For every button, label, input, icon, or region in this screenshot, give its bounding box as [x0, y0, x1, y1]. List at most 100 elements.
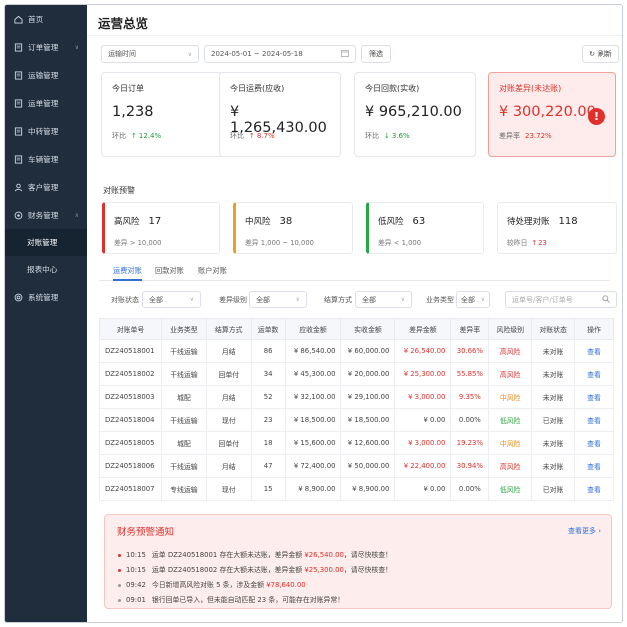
biz-filter-select[interactable]: 全部 ∨: [456, 291, 490, 308]
finance-notice-panel: 财务预警通知 查看更多 › 10:15 运单 DZ240518001 存在大额未达…: [104, 514, 612, 609]
range-type-select[interactable]: 运输时间 ∨: [101, 45, 199, 63]
view-button[interactable]: 查看: [574, 477, 614, 501]
table-cell: 中风险: [488, 431, 533, 455]
stat-card: 今日回款(实收) ¥ 965,210.00 环比 ↓ 3.6%: [354, 72, 476, 157]
table-cell: 干线运输: [160, 408, 207, 432]
sidebar-item[interactable]: 车辆管理: [5, 145, 87, 173]
table-cell: DZ240518001: [99, 339, 162, 363]
sidebar-item[interactable]: 客户管理: [5, 173, 87, 201]
gear-icon: [13, 210, 23, 220]
warning-title: 对账预警: [103, 186, 135, 195]
table-cell: ¥ 20,000.00: [340, 362, 396, 386]
table-cell: 低风险: [488, 408, 533, 432]
sidebar-item[interactable]: 中转管理: [5, 117, 87, 145]
view-button[interactable]: 查看: [574, 339, 614, 363]
table-cell: ¥ 0.00: [394, 477, 452, 501]
risk-label: 高风险 17: [114, 215, 161, 227]
status-filter-select[interactable]: 全部 ∨: [142, 291, 201, 308]
table-cell: 55.85%: [450, 362, 490, 386]
notice-amount: ¥78,640.00: [266, 581, 306, 589]
table-row: DZ240518002 干线运输 回单付 34 ¥ 45,300.00 ¥ 20,000.…: [99, 362, 614, 386]
sidebar-item[interactable]: 运输管理: [5, 61, 87, 89]
filter-button[interactable]: 筛选: [361, 45, 391, 63]
risk-card-hi[interactable]: 高风险 17 差异 > 10,000: [102, 202, 220, 254]
table-cell: 未对账: [531, 431, 576, 455]
chevron-down-icon: ∨: [295, 296, 300, 303]
notice-time: 10:15: [126, 566, 146, 574]
stat-trend: 环比 ↑ 12.4%: [112, 131, 161, 141]
table-cell: ¥ 25,300.00: [394, 362, 452, 386]
column-header: 实收金额: [340, 318, 396, 340]
tab-0[interactable]: 运费对账: [113, 266, 142, 281]
settle-filter-select[interactable]: 全部 ∨: [355, 291, 412, 308]
stat-trend: 环比 ↑ 8.7%: [230, 131, 275, 141]
risk-desc: 差异 1,000 ~ 10,000: [245, 237, 314, 247]
view-more-link[interactable]: 查看更多 ›: [568, 526, 601, 536]
risk-label: 待处理对账 118: [507, 215, 578, 227]
risk-desc: 差异 < 1,000: [378, 237, 421, 247]
user-icon: [13, 182, 23, 192]
sidebar-item[interactable]: 报表中心: [5, 256, 87, 283]
tab-1[interactable]: 回款对账: [155, 266, 184, 276]
home-icon: [13, 14, 23, 24]
table-row: DZ240518005 城配 回单付 18 ¥ 15,600.00 ¥ 12,600.00…: [99, 431, 614, 455]
stat-label: 今日回款(实收): [365, 84, 420, 93]
view-button[interactable]: 查看: [574, 385, 614, 409]
risk-count: 38: [279, 216, 293, 227]
view-button[interactable]: 查看: [574, 408, 614, 432]
table-cell: 52: [250, 385, 286, 409]
table-cell: 城配: [160, 431, 207, 455]
table-cell: 月结: [205, 454, 252, 478]
sidebar-item-label: 中转管理: [28, 126, 59, 136]
risk-card-none[interactable]: 待处理对账 118 较昨日 ↑23: [497, 202, 617, 254]
view-button[interactable]: 查看: [574, 362, 614, 386]
page-title: 运营总览: [98, 16, 149, 31]
refresh-button[interactable]: ↻ 刷新: [582, 45, 619, 63]
risk-card-lo[interactable]: 低风险 63 差异 < 1,000: [366, 202, 484, 254]
sidebar-item[interactable]: 系统管理: [5, 283, 87, 311]
risk-delta: 23: [538, 239, 547, 247]
table-cell: ¥ 86,540.00: [284, 339, 342, 363]
table-row: DZ240518001 干线运输 月结 86 ¥ 86,540.00 ¥ 60,000.0…: [99, 339, 614, 363]
table-cell: 高风险: [488, 362, 533, 386]
table-cell: DZ240518003: [99, 385, 162, 409]
tab-2[interactable]: 账户对账: [198, 266, 227, 276]
risk-count: 17: [148, 216, 162, 227]
table-cell: ¥ 18,500.00: [340, 408, 396, 432]
stat-trend: 环比 ↓ 3.6%: [365, 131, 410, 141]
sidebar-item[interactable]: 首页: [5, 5, 87, 33]
sidebar-item[interactable]: 订单管理 ∨: [5, 33, 87, 61]
sidebar-item[interactable]: 对账管理: [5, 229, 87, 256]
sidebar-item-label: 对账管理: [27, 238, 58, 247]
stat-trend-label: 环比: [112, 132, 126, 140]
stat-label: 对账差异(未达账): [499, 84, 562, 93]
stat-value: ¥ 965,210.00: [365, 104, 462, 120]
risk-card-mid[interactable]: 中风险 38 差异 1,000 ~ 10,000: [233, 202, 353, 254]
document-icon: [13, 42, 23, 52]
stat-card: 今日运费(应收) ¥ 1,265,430.00 环比 ↑ 8.7%: [219, 72, 341, 157]
table-cell: 47: [250, 454, 286, 478]
stat-value: ¥ 300,220.00: [499, 104, 596, 120]
table-cell: 高风险: [488, 454, 533, 478]
reconciliation-table: 对账单号 业务类型 结算方式 运单数 应收金额 实收金额 差异金额 差异率 风险级别 对账状态 操作…: [99, 318, 614, 501]
search-input[interactable]: 运单号/客户/订单号: [505, 291, 617, 308]
view-button[interactable]: 查看: [574, 454, 614, 478]
sidebar-item[interactable]: 财务管理 ∧: [5, 201, 87, 229]
table-row: DZ240518007 专线运输 现付 15 ¥ 8,900.00 ¥ 8,900.00 ¥…: [99, 477, 614, 501]
table-cell: 干线运输: [160, 362, 207, 386]
sidebar-item[interactable]: 运单管理: [5, 89, 87, 117]
table-row: DZ240518004 干线运输 现付 23 ¥ 18,500.00 ¥ 18,500.0…: [99, 408, 614, 432]
table-cell: ¥ 8,900.00: [340, 477, 396, 501]
view-button[interactable]: 查看: [574, 431, 614, 455]
date-range-picker[interactable]: 2024-05-01 ~ 2024-05-18: [204, 45, 356, 63]
risk-desc: 较昨日 ↑23: [507, 237, 547, 247]
stat-trend-value: 3.6%: [391, 132, 410, 140]
document-icon: [13, 70, 23, 80]
notice-text: 运单 DZ240518002 存在大额未达账，差异金额: [151, 566, 305, 574]
app-window: 首页 订单管理 ∨ 运输管理 运单管理中转管理车辆管理 客户管理 财务管理 ∧ 对账管理报表中心…: [4, 4, 623, 623]
level-filter-select[interactable]: 全部 ∨: [249, 291, 307, 308]
biz-filter-value: 全部: [461, 295, 475, 304]
notice-time: 10:15: [126, 551, 146, 559]
stat-label: 今日运费(应收): [230, 84, 285, 93]
table-cell: 专线运输: [160, 477, 207, 501]
